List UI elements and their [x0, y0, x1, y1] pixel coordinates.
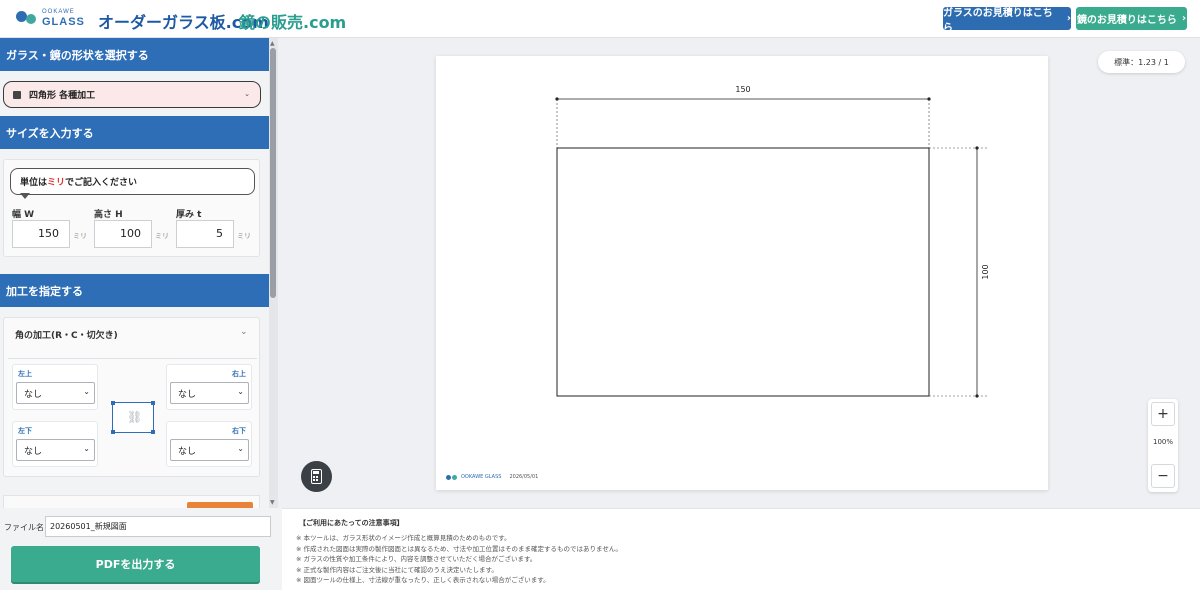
brand-small: OOKAWE [42, 9, 75, 15]
chevron-down-icon: ⌄ [244, 90, 250, 98]
width-dimension-text: 150 [735, 85, 750, 94]
zoom-controls: + 100% − [1148, 399, 1178, 492]
thickness-input[interactable]: 5 [176, 220, 234, 248]
size-card: 単位は ミリ でご記入ください 幅 W 高さ H 厚み t 150 ミリ 100 ミ… [3, 159, 260, 257]
corner-top-left-select[interactable]: なし ⌄ [16, 382, 95, 404]
section-shape-title: ガラス・鏡の形状を選択する [0, 38, 269, 71]
notes-title: 【ご利用にあたっての注意事項】 [299, 519, 404, 527]
scroll-up-icon[interactable]: ▲ [270, 40, 275, 47]
section-size-title: サイズを入力する [0, 116, 269, 149]
corner-top-right-value: なし [178, 389, 197, 400]
drawing-svg: 150 100 [555, 85, 990, 398]
corner-bottom-right-label: 右下 [232, 427, 246, 435]
corner-process-card: 角の加工(R・C・切欠き) ⌄ 左上 なし ⌄ 右上 なし ⌄ 左下 なし ⌄ … [3, 317, 260, 477]
shape-select[interactable]: 四角形 各種加工 ⌄ [3, 81, 261, 108]
notes-panel: 【ご利用にあたっての注意事項】 ※ 本ツールは、ガラス形状のイメージ作成と概算見… [282, 508, 1200, 590]
size-hint-text-end: でご記入ください [65, 178, 138, 188]
scale-badge: 標準：1.23 / 1 [1098, 51, 1185, 73]
corner-bottom-left-select[interactable]: なし ⌄ [16, 439, 95, 461]
height-dimension-text: 100 [981, 264, 990, 279]
corner-bottom-right-value: なし [178, 446, 197, 457]
footer-date: 2026/05/01 [509, 474, 539, 480]
mirror-quote-button[interactable]: 鏡のお見積りはこちら › [1076, 7, 1187, 30]
corner-bottom-left: 左下 なし ⌄ [12, 421, 98, 467]
chevron-down-icon: ⌄ [83, 444, 90, 453]
sidebar-scroll-thumb[interactable] [270, 48, 276, 298]
thickness-label: 厚み t [176, 210, 202, 220]
chevron-right-icon: › [1066, 13, 1071, 24]
corner-top-left: 左上 なし ⌄ [12, 364, 98, 410]
corner-bottom-right: 右下 なし ⌄ [166, 421, 252, 467]
footer-brand: OOKAWE GLASS [461, 474, 502, 480]
zoom-out-button[interactable]: − [1151, 464, 1175, 488]
calculator-icon [311, 469, 322, 484]
zoom-in-button[interactable]: + [1151, 402, 1175, 426]
note-item: ※ 図面ツールの仕様上、寸法線が重なったり、正しく表示されない場合がございます。 [296, 576, 550, 584]
canvas-area[interactable]: 標準：1.23 / 1 150 100 OOKAWE GLASS 2026/05… [282, 38, 1200, 508]
note-item: ※ 本ツールは、ガラス形状のイメージ作成と概算見積のためのものです。 [296, 534, 511, 542]
shape-icon [13, 90, 21, 99]
drawing-paper[interactable]: 150 100 OOKAWE GLASS 2026/05/01 [436, 56, 1048, 490]
export-panel: ファイル名 20260501_新規図面 PDFを出力する [0, 508, 282, 590]
glass-shape [556, 147, 930, 397]
zoom-level: 100% [1152, 438, 1173, 446]
section-process-title: 加工を指定する [0, 274, 269, 307]
corner-bottom-left-label: 左下 [18, 427, 32, 435]
size-hint-text: 単位は [20, 178, 48, 188]
height-input[interactable]: 100 [94, 220, 152, 248]
link-icon: ⛓ [127, 410, 143, 424]
note-item: ※ ガラスの性質や加工条件により、内容を調整させていただく場合がございます。 [296, 555, 537, 563]
bubble-tail [20, 193, 30, 199]
width-unit: ミリ [73, 232, 87, 240]
brand-name[interactable]: GLASS [42, 16, 85, 28]
corner-process-title[interactable]: 角の加工(R・C・切欠き) [15, 328, 118, 341]
corner-top-right-label: 右上 [232, 370, 246, 378]
paper-footer: OOKAWE GLASS 2026/05/01 [446, 474, 538, 480]
corner-top-right-select[interactable]: なし ⌄ [170, 382, 249, 404]
site-link-mirror[interactable]: 鏡の販売.com [239, 9, 346, 33]
glass-quote-label: ガラスのお見積りはこちら [943, 7, 1053, 34]
scroll-down-icon[interactable]: ▼ [270, 499, 275, 506]
corner-link-toggle[interactable]: ⛓ [111, 401, 155, 434]
file-name-input[interactable]: 20260501_新規図面 [45, 516, 271, 537]
thickness-unit: ミリ [237, 232, 251, 240]
divider [8, 358, 257, 359]
note-item: ※ 作成された図面は実際の製作図面とは異なるため、寸法や加工位置はそのまま確定す… [296, 544, 622, 553]
corner-bottom-right-select[interactable]: なし ⌄ [170, 439, 249, 461]
export-pdf-button[interactable]: PDFを出力する [11, 546, 260, 582]
size-hint: 単位は ミリ でご記入ください [10, 168, 255, 195]
sidebar: ガラス・鏡の形状を選択する 四角形 各種加工 ⌄ サイズを入力する 単位は ミリで… [0, 38, 278, 508]
chevron-down-icon: ⌄ [237, 444, 244, 453]
notes-list: ※ 本ツールは、ガラス形状のイメージ作成と概算見積のためのものです。 ※ 作成さ… [296, 533, 622, 586]
footer-logo-icon [446, 474, 451, 480]
chevron-right-icon: › [1181, 13, 1187, 24]
width-input[interactable]: 150 [12, 220, 70, 248]
mirror-quote-label: 鏡のお見積りはこちら [1076, 15, 1177, 26]
chevron-down-icon: ⌄ [83, 387, 90, 396]
header: OOKAWE GLASS オーダーガラス板.com 鏡の販売.com ガラスのお… [0, 0, 1200, 38]
logo-icon[interactable] [16, 10, 38, 26]
corner-bottom-left-value: なし [24, 446, 43, 457]
chevron-down-icon: ⌄ [237, 387, 244, 396]
size-hint-unit: ミリ [47, 178, 66, 188]
shape-select-value: 四角形 各種加工 [29, 91, 96, 101]
corner-top-left-value: なし [24, 389, 43, 400]
file-name-label: ファイル名 [4, 523, 44, 532]
corner-top-right: 右上 なし ⌄ [166, 364, 252, 410]
height-label: 高さ H [94, 210, 123, 220]
corner-top-left-label: 左上 [18, 370, 32, 378]
note-item: ※ 正式な製作内容はご注文後に当社にて確認のうえ決定いたします。 [296, 565, 498, 574]
glass-quote-button[interactable]: ガラスのお見積りはこちら › [943, 7, 1071, 34]
chevron-down-icon[interactable]: ⌄ [240, 327, 248, 337]
calculator-button[interactable] [301, 461, 332, 492]
width-label: 幅 W [12, 210, 35, 220]
height-unit: ミリ [155, 232, 169, 240]
